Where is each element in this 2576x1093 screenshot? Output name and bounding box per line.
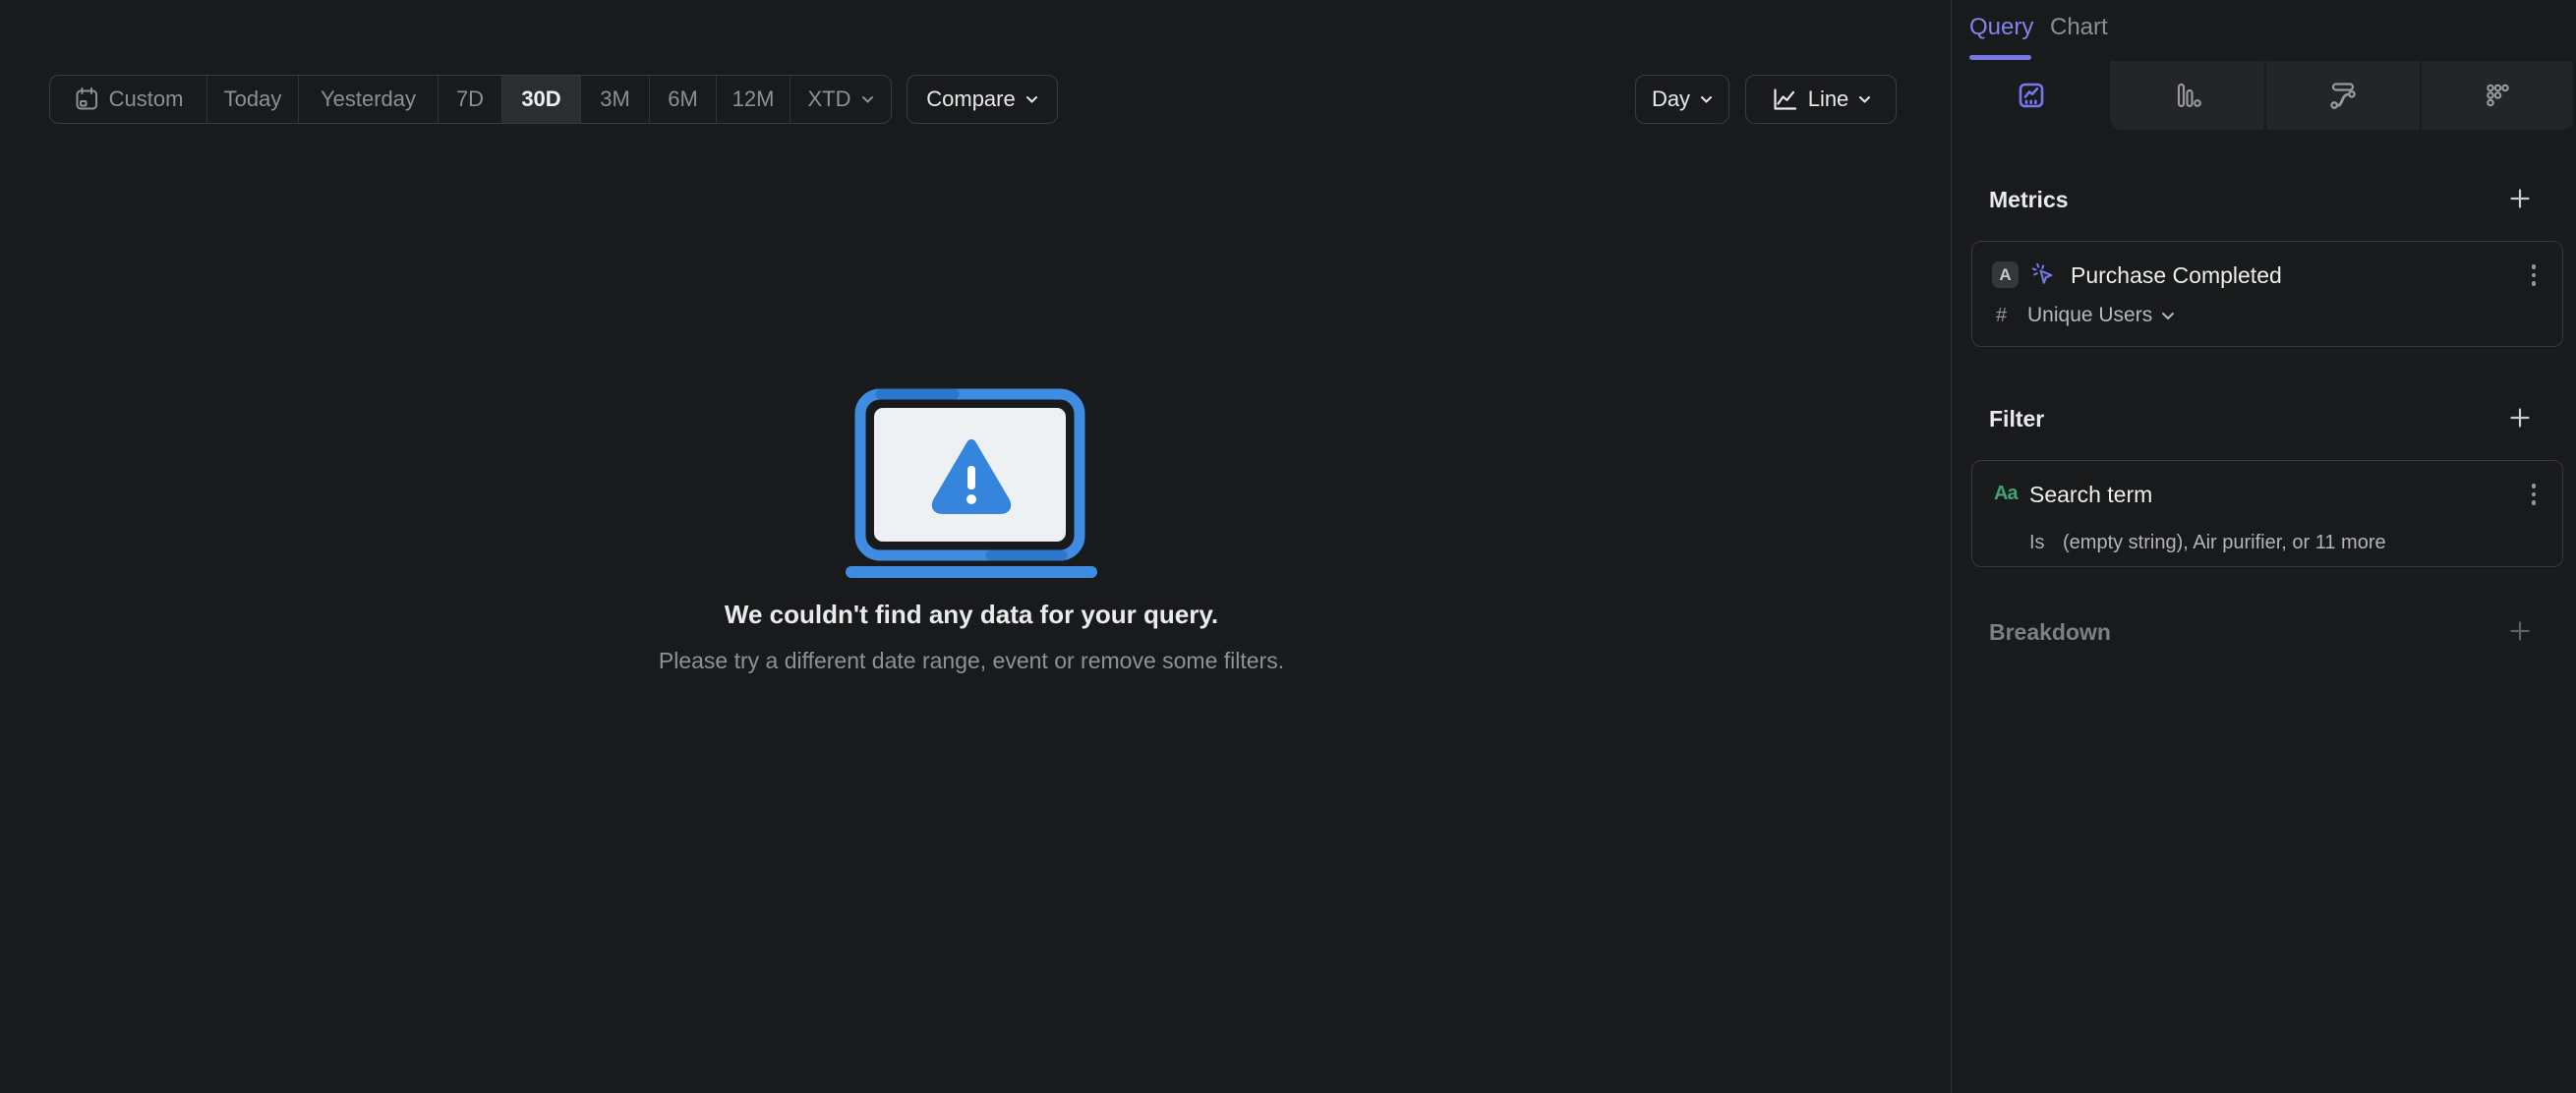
funnels-tab[interactable] [2110, 61, 2264, 130]
active-tab-underline [1969, 55, 2031, 60]
metric-options-button[interactable] [2523, 263, 2545, 287]
flows-chart-icon [2328, 81, 2358, 110]
tab-query[interactable]: Query [1969, 14, 2033, 41]
empty-state: We couldn't find any data for your query… [0, 0, 1943, 1093]
metric-event-name[interactable]: Purchase Completed [2071, 262, 2282, 289]
filter-options-button[interactable] [2523, 483, 2545, 506]
laptop-warning-icon [844, 383, 1099, 580]
aggregation-dropdown[interactable]: Unique Users [2027, 304, 2175, 327]
string-property-icon: Aa [1994, 483, 2019, 504]
breakdown-heading: Breakdown [1989, 619, 2111, 645]
retention-chart-icon [2483, 81, 2512, 110]
tab-chart[interactable]: Chart [2050, 14, 2108, 41]
event-cursor-icon [2030, 261, 2056, 287]
metric-card[interactable]: A Purchase Completed # Unique Users [1971, 241, 2563, 347]
empty-state-subtitle: Please try a different date range, event… [658, 648, 1285, 673]
add-breakdown-button[interactable] [2508, 619, 2532, 643]
filter-value[interactable]: (empty string), Air purifier, or 11 more [2063, 532, 2386, 554]
chevron-down-icon [2161, 312, 2175, 320]
add-metric-button[interactable] [2508, 187, 2532, 210]
filter-operator[interactable]: Is [2029, 532, 2063, 554]
insights-tab[interactable] [1952, 61, 2110, 130]
chart-type-tab-row [1952, 61, 2573, 130]
retention-tab[interactable] [2420, 61, 2573, 130]
metric-letter-badge: A [1992, 261, 2019, 288]
filter-heading: Filter [1989, 406, 2045, 431]
aggregation-prefix: # [1996, 305, 2008, 326]
filter-card[interactable]: Aa Search term Is (empty string), Air pu… [1971, 460, 2563, 567]
add-filter-button[interactable] [2508, 406, 2532, 430]
insights-chart-icon [2017, 81, 2046, 110]
flows-tab[interactable] [2264, 61, 2420, 130]
empty-state-title: We couldn't find any data for your query… [724, 600, 1219, 629]
query-panel: Query Chart Metrics A Purchase Completed… [1951, 0, 2576, 1093]
funnels-chart-icon [2173, 81, 2202, 110]
aggregation-label: Unique Users [2027, 304, 2153, 326]
metrics-heading: Metrics [1989, 187, 2069, 212]
filter-property-name[interactable]: Search term [2029, 482, 2152, 508]
